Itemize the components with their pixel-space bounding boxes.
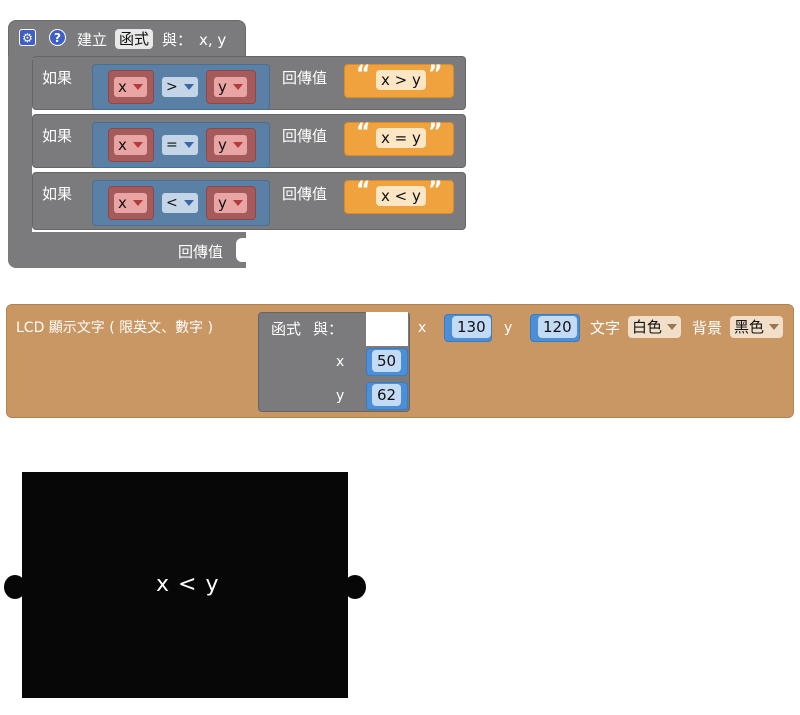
operator-value: <: [166, 195, 178, 211]
text-field[interactable]: x > y: [376, 70, 426, 90]
chevron-down-icon: [183, 142, 194, 148]
lcd-screen-text: x < y: [156, 572, 220, 597]
lcd-screen-preview: x < y: [22, 472, 348, 698]
operator-value: >: [166, 79, 178, 95]
close-quote-icon: ”: [428, 62, 443, 87]
variable-name: x: [118, 136, 127, 154]
chevron-down-icon: [232, 84, 243, 90]
arg-x-label: x: [336, 354, 345, 370]
create-label: 建立: [77, 31, 108, 49]
variable-dropdown[interactable]: x: [114, 193, 147, 213]
variable-name: y: [218, 194, 227, 212]
chevron-down-icon: [132, 200, 143, 206]
variable-name: y: [218, 136, 227, 154]
close-quote-icon: ”: [428, 178, 443, 203]
text-color-dropdown[interactable]: 白色: [628, 316, 682, 338]
chevron-down-icon: [769, 324, 780, 330]
chevron-down-icon: [132, 142, 143, 148]
params-label: x, y: [199, 31, 227, 49]
return-label: 回傳值: [178, 243, 224, 261]
bg-color-label: 背景: [692, 319, 723, 337]
pos-x-value[interactable]: 130: [452, 316, 491, 338]
lcd-block-label: LCD 顯示文字 ( 限英文、數字 ): [16, 320, 214, 336]
arg-y-value[interactable]: 62: [372, 384, 402, 406]
arg-y-label: y: [336, 388, 345, 404]
if-label: 如果: [42, 127, 73, 145]
bg-color-value: 黑色: [734, 318, 765, 336]
operator-dropdown[interactable]: =: [162, 135, 198, 155]
variable-name: x: [118, 78, 127, 96]
arg-x-value[interactable]: 50: [372, 350, 402, 372]
chevron-down-icon: [232, 200, 243, 206]
call-function-name: 函式: [271, 320, 302, 338]
chevron-down-icon: [132, 84, 143, 90]
if-label: 如果: [42, 69, 73, 87]
chevron-down-icon: [183, 84, 194, 90]
pos-x-label: x: [418, 320, 427, 336]
pos-y-value[interactable]: 120: [538, 316, 577, 338]
chevron-down-icon: [183, 200, 194, 206]
return-socket[interactable]: [236, 238, 248, 262]
question-mark-icon[interactable]: ?: [49, 29, 66, 46]
bg-color-dropdown[interactable]: 黑色: [730, 316, 784, 338]
close-quote-icon: ”: [428, 120, 443, 145]
operator-value: =: [166, 137, 178, 153]
procedure-spine: [8, 56, 32, 256]
operator-dropdown[interactable]: >: [162, 77, 198, 97]
text-color-value: 白色: [632, 318, 663, 336]
variable-name: y: [218, 78, 227, 96]
text-field[interactable]: x = y: [376, 128, 426, 148]
gear-icon[interactable]: ⚙: [19, 29, 36, 46]
chevron-down-icon: [667, 324, 678, 330]
text-field[interactable]: x < y: [376, 186, 426, 206]
call-with-label: 與：: [313, 320, 344, 338]
pos-y-label: y: [504, 320, 513, 336]
with-label: 與：: [162, 31, 193, 49]
variable-dropdown[interactable]: x: [114, 135, 147, 155]
if-label: 如果: [42, 185, 73, 203]
variable-name: x: [118, 194, 127, 212]
open-quote-icon: “: [356, 178, 371, 203]
operator-dropdown[interactable]: <: [162, 193, 198, 213]
variable-dropdown[interactable]: y: [214, 77, 247, 97]
empty-slot: [366, 312, 408, 346]
return-label: 回傳值: [282, 185, 328, 203]
variable-dropdown[interactable]: x: [114, 77, 147, 97]
open-quote-icon: “: [356, 62, 371, 87]
variable-dropdown[interactable]: y: [214, 135, 247, 155]
open-quote-icon: “: [356, 120, 371, 145]
return-label: 回傳值: [282, 127, 328, 145]
function-name-field[interactable]: 函式: [115, 29, 154, 49]
return-label: 回傳值: [282, 69, 328, 87]
variable-dropdown[interactable]: y: [214, 193, 247, 213]
text-color-label: 文字: [590, 319, 621, 337]
chevron-down-icon: [232, 142, 243, 148]
